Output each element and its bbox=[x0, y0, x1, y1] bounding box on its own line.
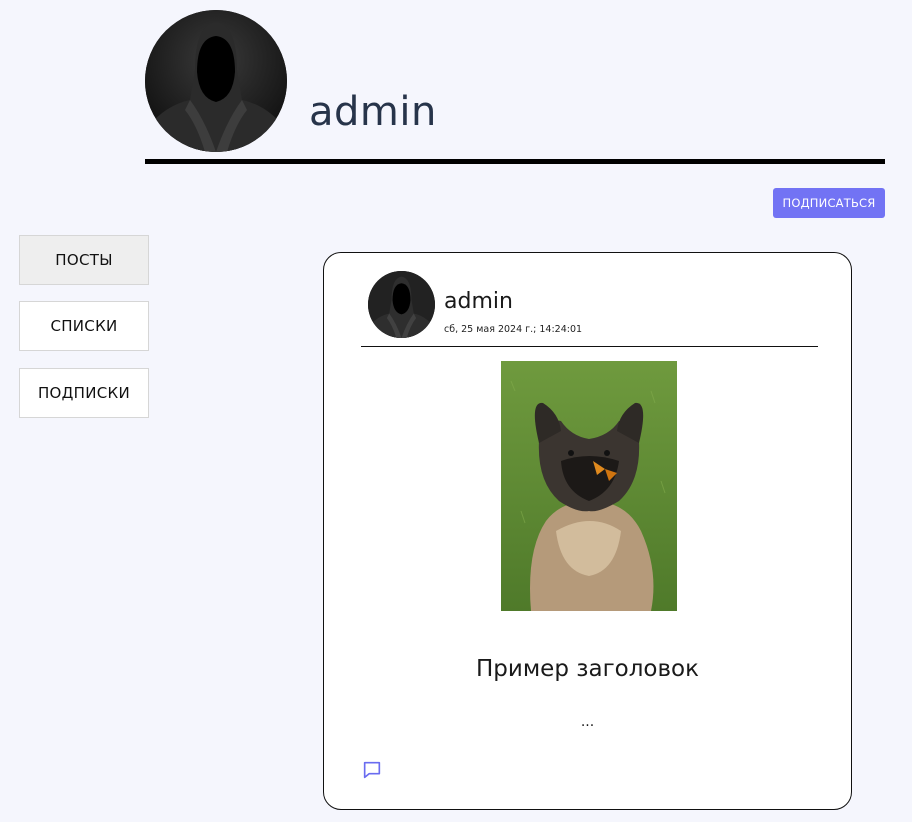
subscribe-button[interactable]: ПОДПИСАТЬСЯ bbox=[773, 188, 885, 218]
post-author-name[interactable]: admin bbox=[444, 291, 513, 313]
profile-avatar bbox=[145, 10, 287, 152]
comment-icon bbox=[363, 761, 381, 779]
post-excerpt: ... bbox=[580, 714, 595, 730]
hooded-figure-avatar-icon bbox=[368, 271, 435, 338]
author-avatar[interactable] bbox=[368, 271, 435, 338]
tab-lists-label: СПИСКИ bbox=[50, 317, 118, 335]
dog-photo-icon bbox=[501, 361, 677, 611]
post-date: сб, 25 мая 2024 г.; 14:24:01 bbox=[444, 324, 583, 335]
post-card[interactable]: admin сб, 25 мая 2024 г.; 14:24:01 Приме… bbox=[323, 252, 852, 810]
tab-subscriptions[interactable]: ПОДПИСКИ bbox=[19, 368, 149, 418]
profile-divider bbox=[145, 159, 885, 164]
post-title[interactable]: Пример заголовок bbox=[324, 658, 851, 681]
post-divider bbox=[361, 346, 818, 347]
hooded-figure-avatar-icon bbox=[145, 10, 287, 152]
comment-button[interactable] bbox=[361, 759, 383, 781]
tab-posts-label: ПОСТЫ bbox=[55, 251, 113, 269]
tab-posts[interactable]: ПОСТЫ bbox=[19, 235, 149, 285]
profile-username: admin bbox=[309, 89, 437, 135]
post-image[interactable] bbox=[501, 361, 677, 611]
tab-lists[interactable]: СПИСКИ bbox=[19, 301, 149, 351]
tab-subscriptions-label: ПОДПИСКИ bbox=[37, 384, 131, 402]
